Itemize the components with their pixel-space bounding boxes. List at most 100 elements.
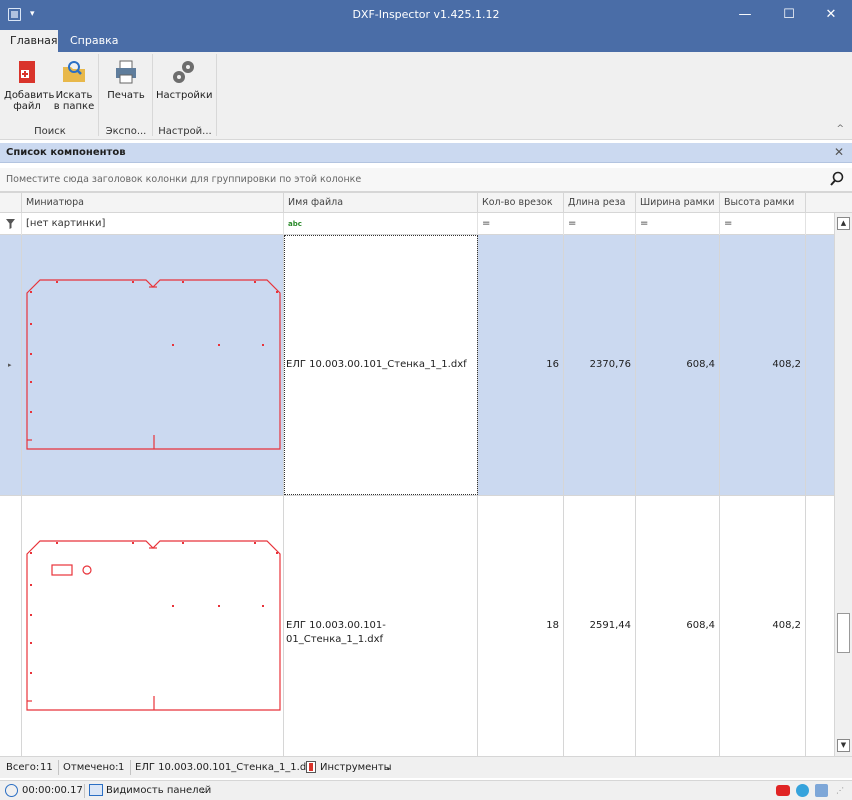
length-cell[interactable]: 2591,44 (564, 496, 636, 756)
filter-height[interactable]: = (720, 213, 806, 235)
cuts-value: 18 (546, 620, 559, 631)
add-file-icon (13, 58, 41, 86)
cuts-cell[interactable]: 18 (478, 496, 564, 756)
group-hint: Поместите сюда заголовок колонки для гру… (6, 174, 362, 185)
table-row[interactable]: ЕЛГ 10.003.00.101-01_Стенка_1_1.dxf 18 2… (0, 495, 834, 756)
filename-cell[interactable]: ЕЛГ 10.003.00.101_Стенка_1_1.dxf (284, 235, 478, 495)
tools-chevron-down-icon[interactable]: ⌄ (385, 763, 392, 772)
filename-cell[interactable]: ЕЛГ 10.003.00.101-01_Стенка_1_1.dxf (284, 496, 478, 756)
length-value: 2591,44 (589, 620, 631, 631)
filter-width[interactable]: = (636, 213, 720, 235)
dxf-thumbnail (26, 540, 281, 711)
column-header-filename[interactable]: Имя файла (284, 193, 478, 213)
resize-grip-icon[interactable]: ⋰ (836, 786, 844, 795)
components-grid: Миниатюра Имя файла Кол-во врезок Длина … (0, 192, 852, 756)
length-cell[interactable]: 2370,76 (564, 235, 636, 495)
ribbon-separator (216, 54, 217, 136)
print-label: Печать (107, 90, 145, 101)
thumbnail-cell[interactable] (22, 235, 284, 495)
filter-thumbnail[interactable]: [нет картинки] (22, 213, 284, 235)
cuts-value: 16 (546, 359, 559, 370)
tab-help[interactable]: Справка (60, 30, 128, 52)
ribbon-separator (98, 54, 99, 136)
grid-status-bar: Всего: 11 Отмечено: 1 ЕЛГ 10.003.00.101_… (0, 756, 852, 778)
width-value: 608,4 (686, 620, 715, 631)
marked-label: Отмечено: (63, 762, 119, 773)
column-header-row: Миниатюра Имя файла Кол-во врезок Длина … (0, 193, 852, 213)
filename-text: ЕЛГ 10.003.00.101_Стенка_1_1.dxf (286, 359, 467, 370)
ribbon: Добавить файл Искать в папке Печать Наст… (0, 52, 852, 140)
table-row[interactable]: ▸ ЕЛГ 10.003.00.101_Стенка_1_1.dxf 16 23… (0, 235, 834, 495)
ribbon-tabs: Главная Справка (0, 30, 852, 52)
column-header-length[interactable]: Длина реза (564, 193, 636, 213)
telegram-icon[interactable] (796, 784, 809, 797)
youtube-icon[interactable] (776, 785, 790, 796)
settings-label: Настройки (156, 90, 213, 101)
close-button[interactable]: ✕ (810, 0, 852, 30)
panels-visibility-dropdown[interactable]: Видимость панелей (106, 785, 211, 796)
ribbon-separator (152, 54, 153, 136)
maximize-button[interactable]: ☐ (768, 0, 810, 30)
row-indicator: ▸ (0, 235, 22, 495)
find-label-2: в папке (53, 101, 95, 112)
panel-close-button[interactable]: ✕ (834, 145, 844, 159)
height-cell[interactable]: 408,2 (720, 235, 806, 495)
scroll-down-button[interactable]: ▼ (837, 739, 850, 752)
filter-length[interactable]: = (564, 213, 636, 235)
filename-text: ЕЛГ 10.003.00.101-01_Стенка_1_1.dxf (286, 620, 386, 645)
add-file-button[interactable]: Добавить файл (4, 58, 55, 112)
add-file-label-1: Добавить (4, 90, 55, 101)
row-indicator-header (0, 193, 22, 213)
find-in-folder-button[interactable]: Искать в папке (52, 58, 96, 112)
status-separator (84, 784, 85, 798)
width-cell[interactable]: 608,4 (636, 235, 720, 495)
panels-icon (89, 784, 103, 796)
tab-home[interactable]: Главная (0, 30, 58, 52)
dxf-thumbnail (26, 279, 281, 450)
clock-icon (5, 784, 18, 797)
minimize-button[interactable]: — (724, 0, 766, 30)
find-label-1: Искать (55, 90, 93, 101)
status-separator (58, 760, 59, 775)
vertical-scrollbar[interactable]: ▲ ▼ (834, 213, 852, 756)
text-filter-icon: abc (288, 220, 302, 228)
ribbon-collapse-button[interactable]: ^ (836, 124, 844, 134)
search-icon[interactable] (828, 170, 846, 188)
total-label: Всего: (6, 762, 40, 773)
height-cell[interactable]: 408,2 (720, 496, 806, 756)
row-indicator (0, 496, 22, 756)
group-label-export: Экспо... (105, 126, 147, 137)
group-label-settings: Настрой... (158, 126, 212, 137)
cuts-cell[interactable]: 16 (478, 235, 564, 495)
group-panel[interactable]: Поместите сюда заголовок колонки для гру… (0, 168, 852, 192)
timer: 00:00:00.17 (22, 785, 83, 796)
width-cell[interactable]: 608,4 (636, 496, 720, 756)
filter-row: [нет картинки] abc = = = = (0, 213, 852, 235)
panels-chevron-down-icon[interactable]: ⌄ (200, 786, 207, 795)
filter-cuts[interactable]: = (478, 213, 564, 235)
width-value: 608,4 (686, 359, 715, 370)
thumbnail-cell[interactable] (22, 496, 284, 756)
height-value: 408,2 (772, 620, 801, 631)
marked-value: 1 (118, 762, 125, 773)
status-separator (130, 760, 131, 775)
column-header-thumbnail[interactable]: Миниатюра (22, 193, 284, 213)
web-icon[interactable] (815, 784, 828, 797)
title-bar: ▾ DXF-Inspector v1.425.1.12 — ☐ ✕ (0, 0, 852, 30)
current-row-icon: ▸ (8, 361, 12, 369)
column-header-height[interactable]: Высота рамки (720, 193, 806, 213)
scroll-up-button[interactable]: ▲ (837, 217, 850, 230)
column-header-cuts[interactable]: Кол-во врезок (478, 193, 564, 213)
print-button[interactable]: Печать (104, 58, 148, 101)
tools-dropdown[interactable]: Инструменты (320, 762, 392, 773)
settings-button[interactable]: Настройки (156, 58, 212, 101)
current-file: ЕЛГ 10.003.00.101_Стенка_1_1.dxf (135, 762, 316, 773)
total-value: 11 (40, 762, 53, 773)
scroll-thumb[interactable] (837, 613, 850, 653)
filter-filename[interactable]: abc (284, 213, 478, 235)
column-header-width[interactable]: Ширина рамки (636, 193, 720, 213)
filter-icon (0, 213, 22, 235)
panel-header: Список компонентов ✕ (0, 143, 852, 163)
print-icon (112, 58, 140, 86)
tools-icon (306, 761, 316, 773)
